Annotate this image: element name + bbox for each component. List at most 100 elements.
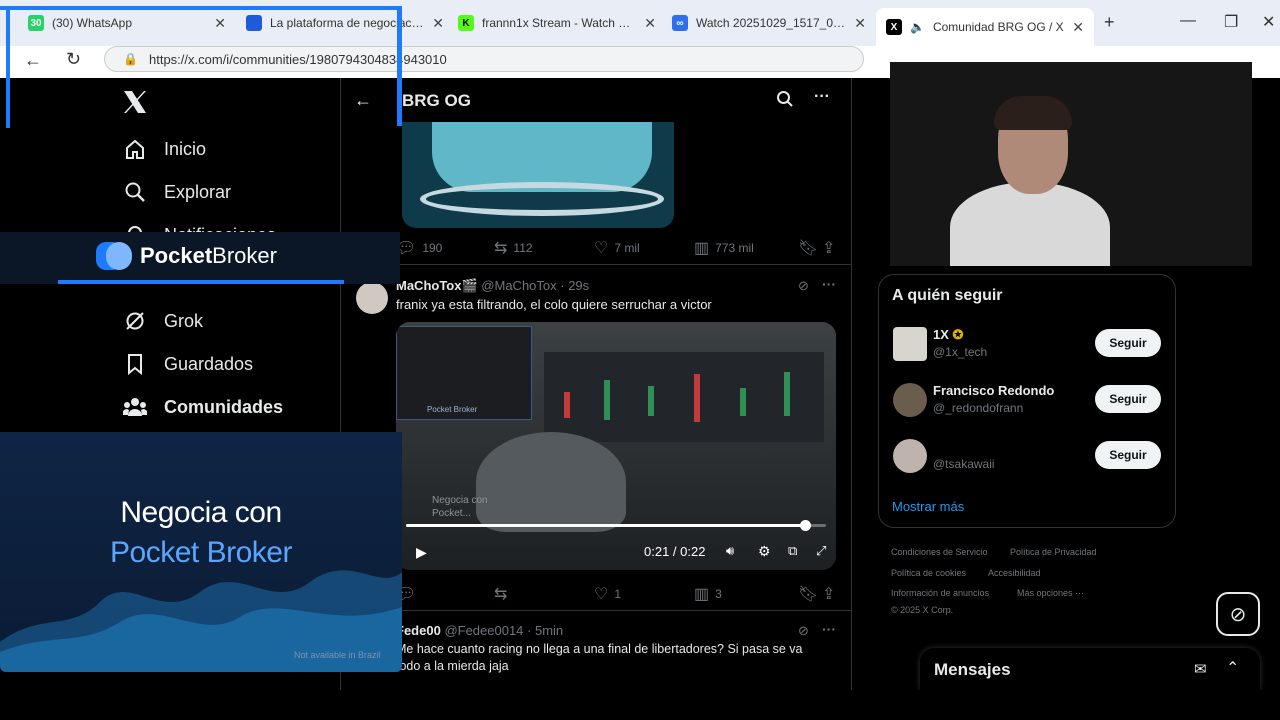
close-icon[interactable]: ✕ <box>644 15 656 32</box>
banner-underline <box>58 280 344 284</box>
minimize-icon[interactable]: — <box>1180 12 1196 30</box>
messages-title: Mensajes <box>934 660 1011 679</box>
repost-button[interactable]: ⇆ 112 <box>494 238 533 258</box>
search-icon[interactable] <box>776 90 794 108</box>
grok-icon[interactable]: ⊘ <box>798 278 809 294</box>
address-bar[interactable]: 🔒 https://x.com/i/communities/1980794304… <box>104 46 864 72</box>
like-button[interactable]: ♡ 7 mil <box>594 238 640 258</box>
ad-frame-right <box>397 6 402 126</box>
tab-title: Watch 20251029_1517_01k8rwz <box>696 16 846 30</box>
expand-icon[interactable]: ⌃ <box>1226 658 1239 678</box>
views-button[interactable]: ▥ 773 mil <box>694 238 754 258</box>
settings-icon[interactable]: ⚙ <box>758 543 771 560</box>
sidebar-item-label: Explorar <box>164 181 232 202</box>
whatsapp-icon: 30 <box>28 15 44 31</box>
pocket-broker-promo[interactable]: Negocia con Pocket Broker Not available … <box>0 432 402 672</box>
webcam-overlay <box>890 62 1252 266</box>
pocket-broker-wordmark: PocketBroker <box>140 243 277 268</box>
like-count: 1 <box>614 587 622 601</box>
user-handle[interactable]: @_redondofrann <box>933 401 1023 415</box>
user-name[interactable]: Francisco Redondo <box>933 383 1054 398</box>
follow-button[interactable]: Seguir <box>1095 441 1161 469</box>
tab-watch-video[interactable]: ∞ Watch 20251029_1517_01k8rwz ✕ <box>662 8 876 38</box>
messages-drawer[interactable]: Mensajes ✉ ⌃ <box>920 648 1260 690</box>
footer-link-terms[interactable]: Condiciones de Servicio <box>891 547 988 557</box>
play-icon[interactable]: ▶ <box>416 544 427 561</box>
follow-button[interactable]: Seguir <box>1095 329 1161 357</box>
bookmark-icon[interactable]: 🔖︎ <box>798 238 818 258</box>
author-handle[interactable]: @Fedee0014 <box>444 623 523 638</box>
like-count: 7 mil <box>614 241 640 255</box>
more-icon[interactable]: ··· <box>814 88 830 106</box>
close-icon[interactable]: ✕ <box>854 15 866 32</box>
sidebar-item-explorar[interactable]: Explorar <box>122 179 231 205</box>
bookmark-icon[interactable]: 🔖︎ <box>798 584 818 604</box>
avatar[interactable] <box>893 383 927 417</box>
bookmark-icon <box>122 351 148 377</box>
page-title: BRG OG <box>402 91 471 110</box>
user-handle[interactable]: @1x_tech <box>933 345 987 359</box>
divider <box>341 610 851 611</box>
close-icon[interactable]: ✕ <box>432 15 444 32</box>
reload-icon[interactable]: ↻ <box>66 49 81 70</box>
tab-pocket-broker[interactable]: La plataforma de negociación ✕ <box>236 8 454 38</box>
views-button[interactable]: ▥ 3 <box>694 584 722 604</box>
video-scrubber-handle[interactable] <box>800 520 811 531</box>
post-image[interactable] <box>402 122 674 228</box>
post-time[interactable]: · 29s <box>560 278 589 293</box>
footer-link-more[interactable]: Más opciones ··· <box>1017 588 1084 598</box>
pocket-broker-logo-icon <box>96 240 132 272</box>
video-player[interactable]: Pocket Broker Negocia con Pocket... ▶ 0:… <box>396 322 836 570</box>
post-time[interactable]: · 5min <box>527 623 563 638</box>
close-window-icon[interactable]: ✕ <box>1262 12 1275 32</box>
follow-button[interactable]: Seguir <box>1095 385 1161 413</box>
avatar[interactable] <box>893 439 927 473</box>
avatar[interactable] <box>893 327 927 361</box>
close-icon[interactable]: ✕ <box>1072 19 1084 36</box>
share-icon[interactable]: ⇪ <box>822 584 835 604</box>
post-actions: 💬︎ 190 ⇆ 112 ♡ 7 mil ▥ 773 mil 🔖︎ ⇪ <box>396 238 846 258</box>
video-progress-track[interactable] <box>406 520 826 531</box>
more-icon[interactable]: ··· <box>822 621 836 637</box>
tab-comunidad-x[interactable]: X 🔈 Comunidad BRG OG / X ✕ <box>876 8 1094 46</box>
footer-link-accessibility[interactable]: Accesibilidad <box>988 568 1041 578</box>
sidebar-item-comunidades[interactable]: Comunidades <box>122 394 283 420</box>
pocket-broker-banner[interactable]: PocketBroker <box>0 232 400 284</box>
tab-kick-stream[interactable]: K frannn1x Stream - Watch Live ✕ <box>448 8 666 38</box>
restore-icon[interactable]: ❐ <box>1224 12 1238 32</box>
author-name[interactable]: Fede00 <box>396 623 441 638</box>
author-name[interactable]: MaChoTox🎬 <box>396 278 478 293</box>
footer-link-privacy[interactable]: Política de Privacidad <box>1010 547 1097 557</box>
tab-whatsapp[interactable]: 30 (30) WhatsApp ✕ <box>18 8 236 38</box>
section-title: A quién seguir <box>892 287 1003 304</box>
repost-button[interactable]: ⇆ <box>494 584 513 604</box>
new-tab-button[interactable]: + <box>1104 12 1115 33</box>
footer-link-ads-info[interactable]: Información de anuncios <box>891 588 989 598</box>
share-icon[interactable]: ⇪ <box>822 238 835 258</box>
pip-icon[interactable]: ⧉ <box>788 543 797 559</box>
home-icon <box>122 136 148 162</box>
user-name[interactable]: 1X ✪ <box>933 327 963 343</box>
more-icon[interactable]: ··· <box>822 276 836 292</box>
grok-icon[interactable]: ⊘ <box>798 623 809 639</box>
sidebar-item-guardados[interactable]: Guardados <box>122 351 253 377</box>
promo-headline: Negocia con <box>120 496 282 529</box>
back-icon[interactable]: ← <box>24 50 42 71</box>
user-handle[interactable]: @tsakawaii <box>933 457 995 471</box>
close-icon[interactable]: ✕ <box>214 15 226 32</box>
sidebar-item-grok[interactable]: Grok <box>122 308 203 334</box>
reply-button[interactable]: 💬︎ 190 <box>396 238 442 258</box>
footer-link-cookies[interactable]: Política de cookies <box>891 568 966 578</box>
fullscreen-icon[interactable]: ⤢ <box>816 543 826 559</box>
ad-frame-top <box>0 6 400 10</box>
show-more-link[interactable]: Mostrar más <box>892 499 964 514</box>
volume-icon[interactable]: 🔊︎ <box>726 543 734 559</box>
grok-button[interactable]: ⊘ <box>1216 592 1260 636</box>
new-message-icon[interactable]: ✉ <box>1194 660 1207 678</box>
author-handle[interactable]: @MaChoTox <box>481 278 556 293</box>
x-logo-icon[interactable] <box>122 90 148 114</box>
sidebar-item-inicio[interactable]: Inicio <box>122 136 206 162</box>
avatar[interactable] <box>356 282 388 314</box>
like-button[interactable]: ♡ 1 <box>594 584 621 604</box>
back-arrow-icon[interactable]: ← <box>354 90 372 111</box>
